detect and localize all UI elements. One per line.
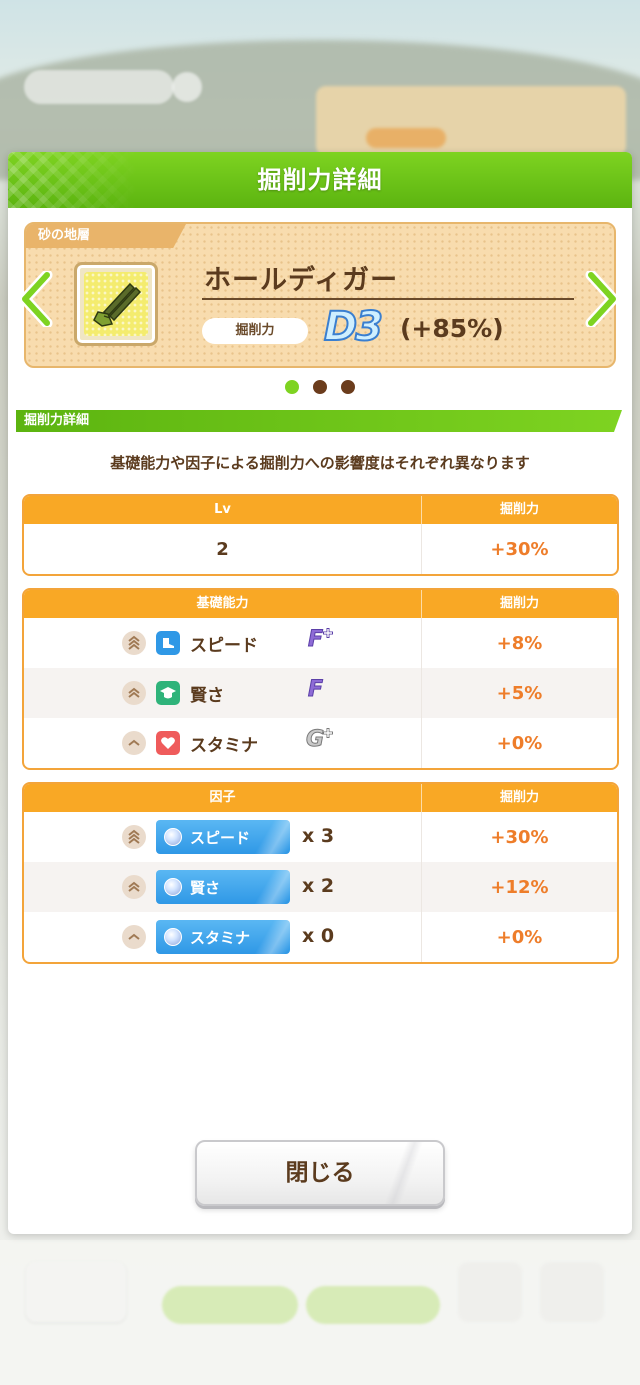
item-name-underline <box>202 298 574 300</box>
next-item-button[interactable] <box>582 268 622 330</box>
close-button[interactable]: 閉じる <box>195 1140 445 1206</box>
table-row: 2 +30% <box>24 524 617 574</box>
hole-digger-icon <box>84 272 148 336</box>
background-count-badge <box>172 72 202 102</box>
speed-shoe-icon <box>156 631 180 655</box>
factor-speed-label: スピード <box>190 828 251 847</box>
terrain-tag-label: 砂の地層 <box>38 228 91 243</box>
carousel-indicator <box>8 380 632 396</box>
factor-wisdom-count: x 2 <box>302 875 335 897</box>
close-button-label: 閉じる <box>285 1160 355 1186</box>
double-chevron-up-icon <box>122 875 146 899</box>
triple-chevron-up-icon <box>122 825 146 849</box>
factor-header-label: 因子 <box>24 784 422 812</box>
factor-stamina-label: スタミナ <box>190 928 251 947</box>
table-row: 賢さ x 2 +12% <box>24 862 617 912</box>
table-row: スタミナ x 0 +0% <box>24 912 617 962</box>
dig-rank: D3 <box>323 303 384 351</box>
factor-header-value: 掘削力 <box>499 790 539 805</box>
factor-stamina-count: x 0 <box>302 925 335 947</box>
factor-wisdom-value: +12% <box>490 876 549 898</box>
stat-label-wisdom: 賢さ <box>190 686 224 706</box>
factor-speed-count: x 3 <box>302 825 335 847</box>
dig-power-label: 掘削力 <box>202 318 308 344</box>
background-pill-1 <box>162 1286 298 1324</box>
triple-chevron-up-icon <box>122 631 146 655</box>
stamina-dig-value: +0% <box>496 732 543 754</box>
stat-label-stamina: スタミナ <box>190 736 258 756</box>
chevron-up-icon <box>122 731 146 755</box>
section-header: 掘削力詳細 <box>16 410 620 432</box>
factor-speed-value: +30% <box>490 826 549 848</box>
factor-orb-icon <box>164 928 182 946</box>
prev-item-button[interactable] <box>16 268 56 330</box>
wisdom-grade: F <box>307 677 324 703</box>
plus-icon <box>323 728 333 738</box>
speed-grade: F <box>307 627 324 653</box>
description-text: 基礎能力や因子による掘削力への影響度はそれぞれ異なります <box>110 454 530 472</box>
plus-icon <box>323 628 333 638</box>
chevron-right-icon <box>585 271 619 327</box>
carousel-dot-2[interactable] <box>313 380 327 394</box>
factor-table-header: 因子 掘削力 <box>24 784 617 812</box>
base-stats-table: 基礎能力 掘削力 スピード F +8% 賢さ F +5% スタミナ G +0% <box>22 588 619 770</box>
base-stats-header: 基礎能力 掘削力 <box>24 590 617 618</box>
dig-rank-bonus: (+85%) <box>400 314 504 343</box>
background-avatar-button <box>458 1262 522 1322</box>
chevron-left-icon <box>19 271 53 327</box>
table-row: スピード x 3 +30% <box>24 812 617 862</box>
background-menu-button <box>540 1262 604 1322</box>
dig-power-detail-dialog: 掘削力詳細 砂の地層 ホールディガー 掘削力 D3 (+85%) 掘削力詳細 基… <box>8 152 632 1234</box>
carousel-dot-1[interactable] <box>285 380 299 394</box>
stamina-heart-icon <box>156 731 180 755</box>
level-dig-value: +30% <box>490 538 549 560</box>
base-stats-header-label: 基礎能力 <box>24 590 422 618</box>
factor-orb-icon <box>164 828 182 846</box>
level-header-value: 掘削力 <box>499 502 539 517</box>
section-title: 掘削力詳細 <box>24 413 90 428</box>
background-pill-2 <box>306 1286 440 1324</box>
terrain-tag: 砂の地層 <box>26 224 186 248</box>
dialog-header: 掘削力詳細 <box>8 152 632 208</box>
table-row: 賢さ F +5% <box>24 668 617 718</box>
factor-orb-icon <box>164 878 182 896</box>
item-name: ホールディガー <box>204 265 399 296</box>
factor-speed: スピード <box>156 820 290 854</box>
base-stats-header-value: 掘削力 <box>499 596 539 611</box>
factor-wisdom-label: 賢さ <box>190 878 221 897</box>
dialog-title: 掘削力詳細 <box>257 166 383 194</box>
factor-wisdom: 賢さ <box>156 870 290 904</box>
level-table: Lv 掘削力 2 +30% <box>22 494 619 576</box>
item-icon-frame <box>74 262 158 346</box>
factor-stamina-value: +0% <box>496 926 543 948</box>
wisdom-cap-icon <box>156 681 180 705</box>
stat-label-speed: スピード <box>190 636 258 656</box>
level-table-header: Lv 掘削力 <box>24 496 617 524</box>
background-topbar <box>24 70 174 104</box>
item-card: 砂の地層 ホールディガー 掘削力 D3 (+85%) <box>24 222 616 368</box>
speed-dig-value: +8% <box>496 632 543 654</box>
table-row: スタミナ G +0% <box>24 718 617 768</box>
factor-table: 因子 掘削力 スピード x 3 +30% 賢さ x 2 +12% スタミナ x … <box>22 782 619 964</box>
factor-stamina: スタミナ <box>156 920 290 954</box>
wisdom-dig-value: +5% <box>496 682 543 704</box>
background-panel <box>316 86 626 156</box>
double-chevron-up-icon <box>122 681 146 705</box>
level-header-label: Lv <box>24 496 422 524</box>
background-panel-badge <box>366 128 446 148</box>
carousel-dot-3[interactable] <box>341 380 355 394</box>
table-row: スピード F +8% <box>24 618 617 668</box>
level-value: 2 <box>216 538 229 560</box>
background-back-button <box>26 1262 126 1322</box>
chevron-up-icon <box>122 925 146 949</box>
